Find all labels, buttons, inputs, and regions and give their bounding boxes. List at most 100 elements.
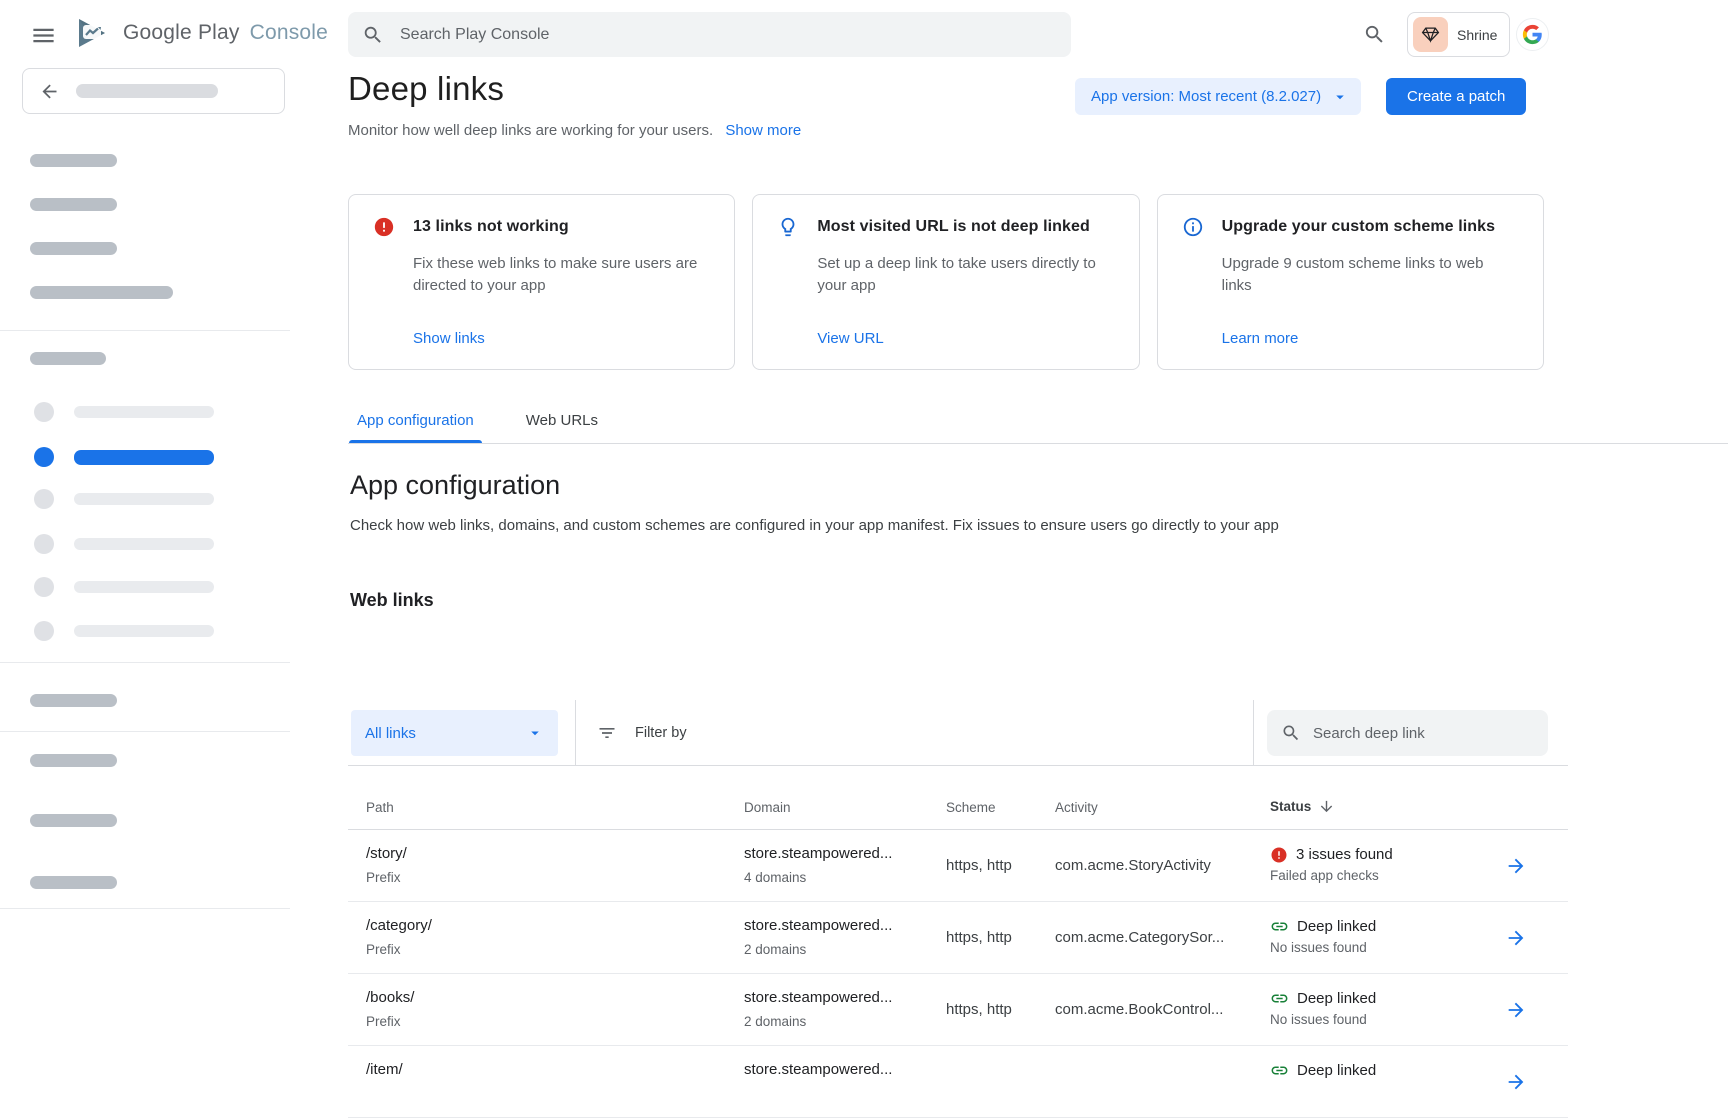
sidebar-skeleton-item[interactable] — [30, 198, 117, 211]
row-detail-arrow[interactable] — [1505, 855, 1527, 877]
sidebar-divider — [0, 662, 290, 663]
console-search-input[interactable] — [400, 26, 1000, 44]
row-detail-arrow[interactable] — [1505, 927, 1527, 949]
links-filter-dropdown[interactable]: All links — [351, 710, 558, 756]
domain-count: 4 domains — [744, 869, 946, 887]
link-icon — [1270, 989, 1289, 1008]
path-value: /books/ — [366, 988, 744, 1008]
scheme-value: https, http — [946, 857, 1055, 874]
activity-value: com.acme.StoryActivity — [1055, 857, 1270, 874]
app-icon — [1413, 17, 1448, 52]
deep-link-search[interactable] — [1267, 710, 1548, 756]
sidebar-skeleton-item[interactable] — [30, 154, 117, 167]
app-version-dropdown[interactable]: App version: Most recent (8.2.027) — [1075, 78, 1361, 115]
sidebar-skeleton-item[interactable] — [34, 577, 214, 597]
sidebar-skeleton-item[interactable] — [34, 489, 214, 509]
logo-text-google-play: Google Play — [123, 21, 240, 45]
row-detail-arrow[interactable] — [1505, 999, 1527, 1021]
column-scheme[interactable]: Scheme — [946, 800, 1055, 815]
table-row[interactable]: /item/ store.steampowered... Deep linked — [348, 1046, 1568, 1118]
tab-bar: App configuration Web URLs — [348, 412, 1728, 444]
deep-link-search-input[interactable] — [1313, 725, 1523, 742]
divider — [1253, 700, 1254, 766]
web-links-title: Web links — [350, 590, 434, 611]
search-icon[interactable] — [1363, 23, 1386, 46]
domain-count — [744, 1085, 946, 1103]
status-text: Deep linked — [1297, 1062, 1376, 1079]
sidebar-skeleton-item[interactable] — [30, 694, 117, 707]
sidebar-skeleton-item[interactable] — [30, 286, 173, 299]
filter-by-button[interactable]: Filter by — [597, 700, 687, 766]
status-subtext — [1270, 1084, 1505, 1102]
console-search-bar[interactable] — [348, 12, 1071, 57]
view-url-link[interactable]: View URL — [817, 330, 883, 347]
status-text: Deep linked — [1297, 990, 1376, 1007]
sidebar-skeleton-item[interactable] — [34, 402, 214, 422]
table-row[interactable]: /books/Prefix store.steampowered...2 dom… — [348, 974, 1568, 1046]
sidebar-item-active[interactable] — [34, 447, 214, 467]
create-patch-button[interactable]: Create a patch — [1386, 78, 1526, 115]
card-title: 13 links not working — [413, 218, 569, 236]
column-status[interactable]: Status — [1270, 798, 1505, 815]
filter-bar: All links Filter by — [348, 700, 1568, 766]
section-title: App configuration — [350, 470, 560, 501]
page-subtitle: Monitor how well deep links are working … — [348, 122, 713, 139]
column-path[interactable]: Path — [366, 800, 744, 815]
column-activity[interactable]: Activity — [1055, 800, 1270, 815]
back-navigation[interactable] — [22, 68, 285, 114]
page-title: Deep links — [348, 70, 504, 108]
sidebar-skeleton-item[interactable] — [30, 352, 106, 365]
column-domain[interactable]: Domain — [744, 800, 946, 815]
sidebar-skeleton-item[interactable] — [30, 814, 117, 827]
table-row[interactable]: /story/Prefix store.steampowered...4 dom… — [348, 830, 1568, 902]
sort-descending-icon[interactable] — [1318, 798, 1335, 815]
sidebar-divider — [0, 908, 290, 909]
learn-more-link[interactable]: Learn more — [1222, 330, 1299, 347]
status-subtext: No issues found — [1270, 1012, 1505, 1030]
sidebar-skeleton-item[interactable] — [30, 242, 117, 255]
card-body: Set up a deep link to take users directl… — [817, 253, 1104, 297]
tab-app-configuration[interactable]: App configuration — [357, 412, 474, 443]
activity-value: com.acme.CategorySor... — [1055, 929, 1270, 946]
error-icon — [1270, 846, 1288, 864]
google-account-button[interactable] — [1516, 18, 1549, 51]
domain-value: store.steampowered... — [744, 916, 946, 936]
show-more-link[interactable]: Show more — [725, 122, 801, 139]
app-selector[interactable]: Shrine — [1407, 12, 1510, 57]
lightbulb-icon — [777, 216, 799, 238]
show-links-link[interactable]: Show links — [413, 330, 485, 347]
app-version-label: App version: Most recent (8.2.027) — [1091, 88, 1321, 105]
status-subtext: Failed app checks — [1270, 868, 1505, 886]
domain-value: store.steampowered... — [744, 988, 946, 1008]
domain-value: store.steampowered... — [744, 1060, 946, 1080]
section-description: Check how web links, domains, and custom… — [350, 517, 1279, 534]
domain-count: 2 domains — [744, 941, 946, 959]
search-icon — [362, 24, 384, 46]
path-value: /item/ — [366, 1060, 744, 1080]
sidebar-skeleton-item[interactable] — [30, 754, 117, 767]
sidebar-divider — [0, 731, 290, 732]
card-body: Upgrade 9 custom scheme links to web lin… — [1222, 253, 1509, 297]
link-icon — [1270, 917, 1289, 936]
tab-web-urls[interactable]: Web URLs — [526, 412, 598, 443]
app-name: Shrine — [1457, 27, 1497, 43]
sidebar-skeleton-item[interactable] — [34, 621, 214, 641]
links-filter-value: All links — [365, 725, 416, 742]
status-text: 3 issues found — [1296, 846, 1393, 863]
path-type: Prefix — [366, 941, 744, 959]
back-arrow-icon[interactable] — [39, 81, 60, 102]
card-title: Upgrade your custom scheme links — [1222, 218, 1496, 236]
row-detail-arrow[interactable] — [1505, 1071, 1527, 1093]
sidebar-skeleton-item[interactable] — [30, 876, 117, 889]
scheme-value: https, http — [946, 929, 1055, 946]
link-icon — [1270, 1061, 1289, 1080]
filter-icon — [597, 723, 617, 743]
error-icon — [373, 216, 395, 238]
sidebar-skeleton-item[interactable] — [34, 534, 214, 554]
path-type: Prefix — [366, 869, 744, 887]
menu-icon[interactable] — [30, 22, 58, 48]
google-play-console-logo[interactable]: Google Play Console — [75, 16, 328, 50]
status-badge: Deep linked No issues found — [1270, 917, 1505, 958]
card-links-not-working: 13 links not working Fix these web links… — [348, 194, 735, 370]
table-row[interactable]: /category/Prefix store.steampowered...2 … — [348, 902, 1568, 974]
